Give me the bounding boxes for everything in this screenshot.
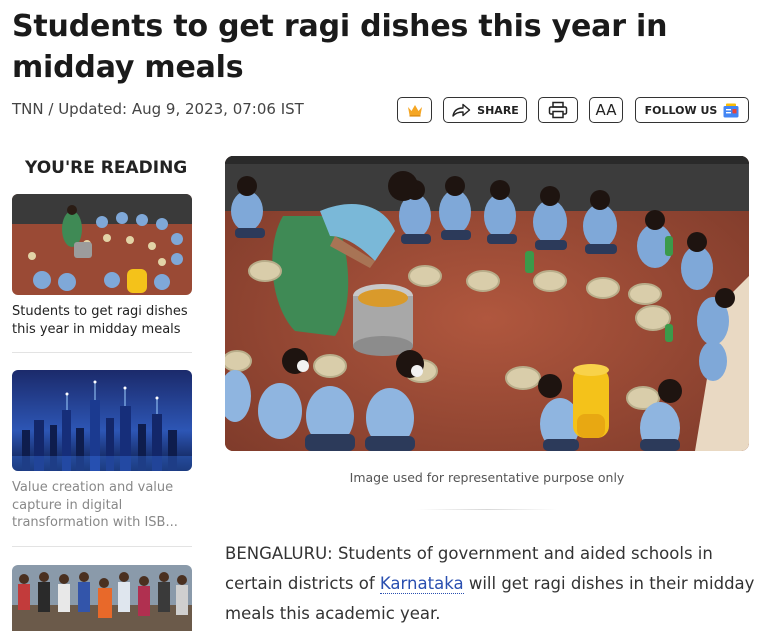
caption-divider <box>417 509 557 510</box>
image-caption: Image used for representative purpose on… <box>349 470 625 485</box>
follow-us-label: FOLLOW US <box>644 103 718 117</box>
follow-us-button[interactable]: FOLLOW US <box>635 97 749 123</box>
sidebar-thumbnail <box>12 370 192 471</box>
crown-button[interactable] <box>397 97 432 123</box>
karnataka-link[interactable]: Karnataka <box>379 574 464 594</box>
share-arrow-icon <box>452 103 471 117</box>
sidebar-title: YOU'RE READING <box>25 158 188 178</box>
share-label: SHARE <box>477 103 519 117</box>
midday-meal-photo <box>225 156 749 451</box>
crown-icon <box>407 104 422 117</box>
group-photo-thumbnail <box>12 565 192 631</box>
sidebar-item-title: Value creation and value capture in digi… <box>12 480 178 530</box>
font-size-button[interactable]: AA <box>589 97 623 123</box>
printer-icon <box>548 101 568 119</box>
article-byline: TNN / Updated: Aug 9, 2023, 07:06 IST <box>12 100 304 118</box>
sidebar-item-title: Students to get ragi dishes this year in… <box>12 304 188 337</box>
sidebar-thumbnail <box>12 565 192 631</box>
sidebar-item-isb-digital[interactable]: Value creation and value capture in digi… <box>12 370 192 532</box>
sidebar-divider <box>12 352 192 353</box>
article-headline: Students to get ragi dishes this year in… <box>12 9 668 85</box>
sidebar-divider <box>12 546 192 547</box>
share-button[interactable]: SHARE <box>443 97 527 123</box>
sidebar-item-ragi-dishes[interactable]: Students to get ragi dishes this year in… <box>12 194 192 338</box>
font-size-label: AA <box>595 101 617 119</box>
article-hero-image <box>225 156 749 451</box>
google-news-icon <box>723 103 739 117</box>
sidebar-thumbnail <box>12 194 192 295</box>
digital-city-thumbnail <box>12 370 192 471</box>
midday-meal-photo-thumbnail <box>12 194 192 295</box>
sidebar-item-group-photo[interactable] <box>12 565 192 631</box>
article-body: BENGALURU: Students of government and ai… <box>225 539 755 629</box>
print-button[interactable] <box>538 97 578 123</box>
